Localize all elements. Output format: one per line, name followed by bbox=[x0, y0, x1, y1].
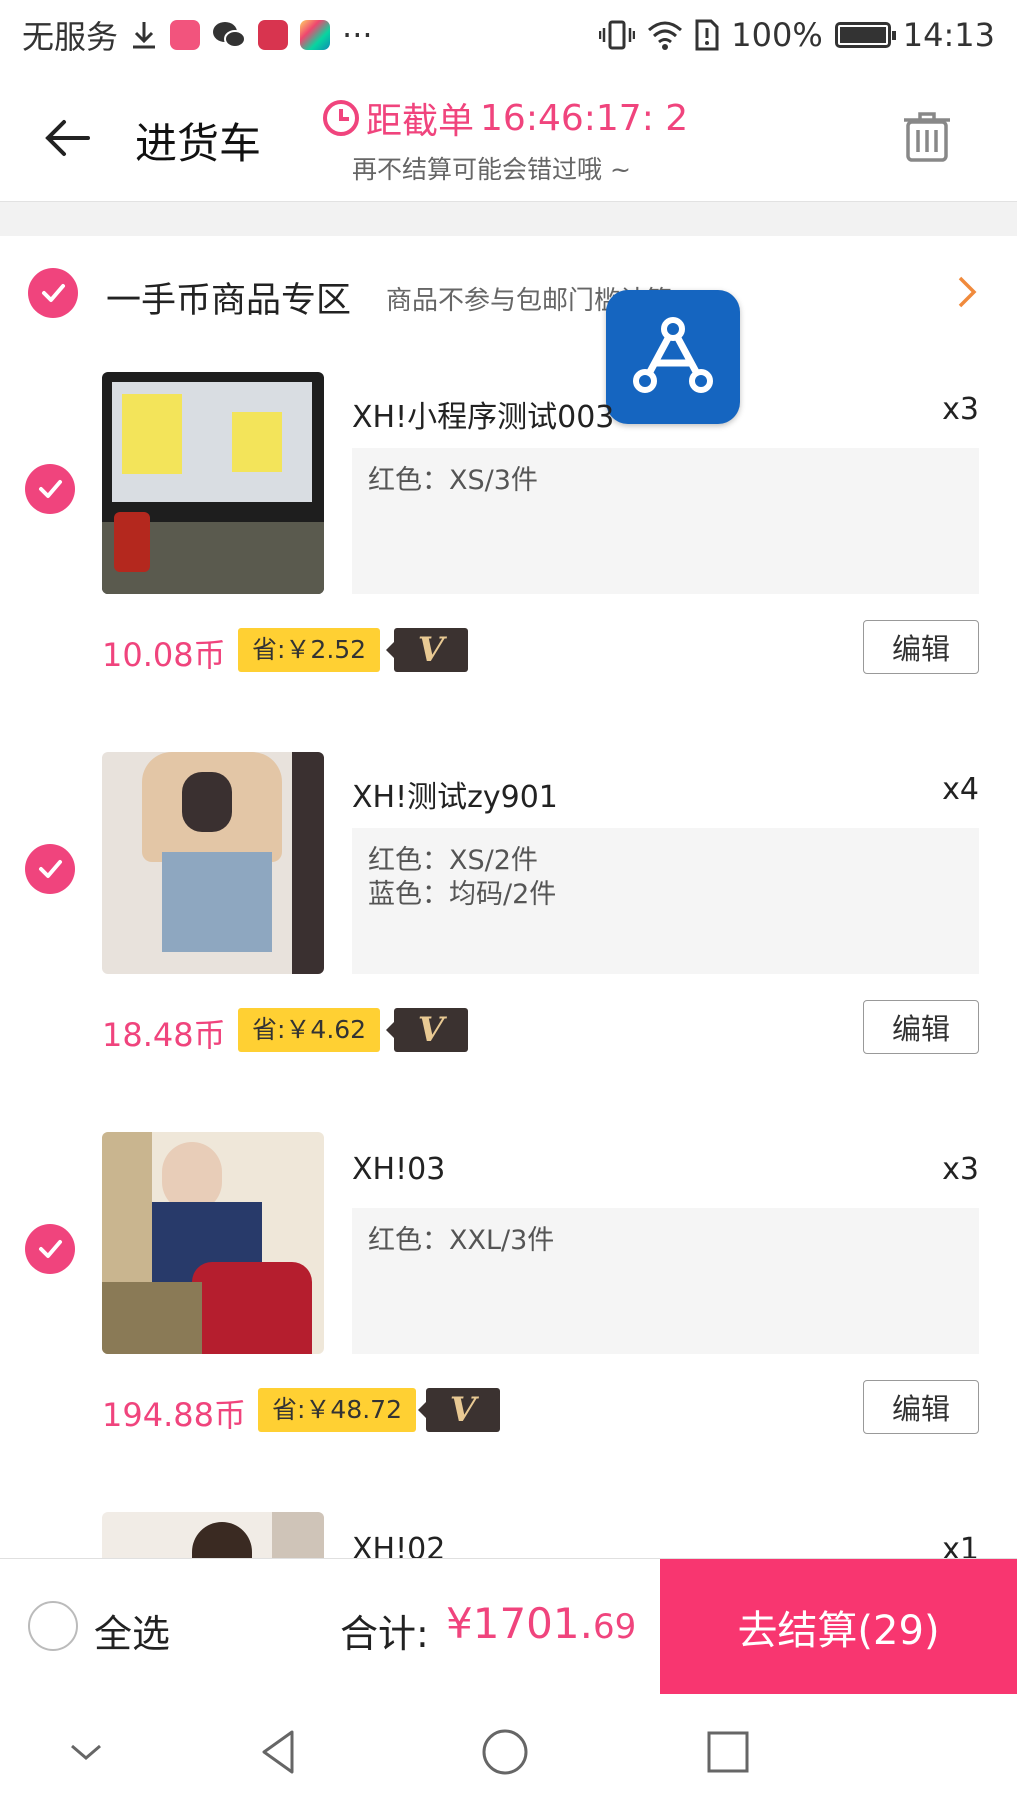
cart-item: XH!03 x3 红色：XXL/3件 194.88币 省:￥48.72 V 编辑 bbox=[0, 1132, 1017, 1452]
section-divider bbox=[0, 202, 1017, 236]
product-name[interactable]: XH!03 bbox=[352, 1152, 445, 1187]
vibrate-icon bbox=[599, 20, 636, 50]
status-left: 无服务 ··· bbox=[22, 12, 373, 58]
trash-icon[interactable] bbox=[900, 110, 954, 164]
item-checkbox[interactable] bbox=[25, 464, 75, 514]
huawei-app-icon bbox=[258, 20, 289, 50]
vip-icon: V bbox=[386, 628, 468, 672]
deadline-countdown: 距截单 16:46:17: 2 bbox=[322, 92, 688, 144]
product-thumbnail[interactable] bbox=[102, 372, 324, 594]
spec-box[interactable]: 红色：XXL/3件 bbox=[352, 1208, 979, 1354]
deadline-label: 距截单 bbox=[366, 101, 475, 142]
system-nav-bar bbox=[0, 1694, 1017, 1808]
spec-line: 蓝色：均码/2件 bbox=[368, 879, 557, 910]
spec-box[interactable]: 红色：XS/3件 bbox=[352, 448, 979, 594]
back-arrow-icon[interactable] bbox=[40, 110, 96, 166]
cart-item: XH!测试zy901 x4 红色：XS/2件 蓝色：均码/2件 18.48币 省… bbox=[0, 752, 1017, 1072]
edit-button[interactable]: 编辑 bbox=[863, 1000, 979, 1054]
battery-percent: 100% bbox=[731, 16, 823, 54]
spec-line: 红色：XS/3件 bbox=[368, 465, 538, 496]
more-notifications-icon: ··· bbox=[342, 16, 373, 54]
product-price: 194.88币 bbox=[102, 1396, 246, 1434]
header: 进货车 距截单 16:46:17: 2 再不结算可能会错过哦 ~ bbox=[0, 70, 1017, 202]
section-checkbox[interactable] bbox=[28, 268, 78, 318]
nav-back-icon[interactable] bbox=[252, 1724, 308, 1780]
savings-tag: 省:￥2.52 bbox=[238, 628, 381, 672]
status-bar: 无服务 ··· 100% 14:13 bbox=[0, 0, 1017, 70]
carrier-text: 无服务 bbox=[22, 18, 119, 56]
select-all-label[interactable]: 全选 bbox=[94, 1603, 170, 1658]
product-thumbnail[interactable] bbox=[102, 1132, 324, 1354]
yishou-app-icon bbox=[170, 20, 201, 50]
checkmark-icon bbox=[39, 860, 62, 878]
sim-alert-icon bbox=[695, 19, 719, 51]
nav-recents-icon[interactable] bbox=[700, 1724, 756, 1780]
clock-time: 14:13 bbox=[902, 16, 995, 54]
page-title: 进货车 bbox=[135, 119, 262, 168]
status-right: 100% 14:13 bbox=[599, 16, 995, 54]
section-title: 一手币商品专区 bbox=[106, 281, 352, 321]
clock-icon bbox=[323, 100, 359, 136]
checkout-button[interactable]: 去结算(29) bbox=[660, 1559, 1017, 1695]
spec-line: 红色：XS/2件 bbox=[368, 845, 538, 876]
total-amount-main: ¥1701. bbox=[446, 1599, 593, 1648]
savings-tag: 省:￥48.72 bbox=[258, 1388, 416, 1432]
battery-icon bbox=[834, 22, 896, 48]
checkmark-icon bbox=[42, 284, 65, 302]
nav-down-icon[interactable] bbox=[58, 1724, 114, 1780]
total-amount: ¥1701.69 bbox=[446, 1599, 636, 1648]
product-name[interactable]: XH!小程序测试003 bbox=[352, 392, 614, 436]
product-price: 18.48币 bbox=[102, 1016, 226, 1054]
savings-tag: 省:￥4.62 bbox=[238, 1008, 381, 1052]
deadline-subtitle: 再不结算可能会错过哦 ~ bbox=[352, 155, 631, 184]
cart-item: XH!小程序测试003 x3 红色：XS/3件 10.08币 省:￥2.52 V… bbox=[0, 372, 1017, 692]
spec-line: 红色：XXL/3件 bbox=[368, 1225, 555, 1256]
section-header[interactable]: 一手币商品专区 商品不参与包邮门槛计算 bbox=[0, 260, 1017, 326]
countdown-value: 16:46:17: 2 bbox=[480, 97, 689, 139]
edit-button[interactable]: 编辑 bbox=[863, 1380, 979, 1434]
item-checkbox[interactable] bbox=[25, 1224, 75, 1274]
total-label: 合计: bbox=[340, 1612, 429, 1656]
vip-icon: V bbox=[386, 1008, 468, 1052]
product-name[interactable]: XH!02 bbox=[352, 1532, 445, 1558]
chevron-right-icon[interactable] bbox=[956, 274, 980, 310]
wechat-icon bbox=[213, 22, 247, 48]
cart-item: XH!02 x1 bbox=[0, 1512, 1017, 1558]
checkmark-icon bbox=[39, 1240, 62, 1258]
product-name[interactable]: XH!测试zy901 bbox=[352, 772, 558, 816]
item-checkbox[interactable] bbox=[25, 844, 75, 894]
product-quantity: x4 bbox=[942, 772, 979, 807]
gallery-app-icon bbox=[300, 20, 331, 50]
vip-icon: V bbox=[418, 1388, 500, 1432]
checkmark-icon bbox=[39, 480, 62, 498]
product-quantity: x3 bbox=[942, 392, 979, 427]
product-quantity: x3 bbox=[942, 1152, 979, 1187]
wifi-icon bbox=[648, 21, 683, 50]
total-amount-cents: 69 bbox=[592, 1607, 637, 1647]
download-icon bbox=[133, 22, 156, 49]
product-price: 10.08币 bbox=[102, 636, 226, 674]
nav-home-icon[interactable] bbox=[477, 1724, 533, 1780]
product-thumbnail[interactable] bbox=[102, 752, 324, 974]
product-quantity: x1 bbox=[942, 1532, 979, 1558]
checkout-bar: 全选 合计: ¥1701.69 去结算(29) bbox=[0, 1558, 1017, 1695]
edit-button[interactable]: 编辑 bbox=[863, 620, 979, 674]
spec-box[interactable]: 红色：XS/2件 蓝色：均码/2件 bbox=[352, 828, 979, 974]
product-thumbnail[interactable] bbox=[102, 1512, 324, 1558]
select-all-checkbox[interactable] bbox=[28, 1601, 78, 1651]
